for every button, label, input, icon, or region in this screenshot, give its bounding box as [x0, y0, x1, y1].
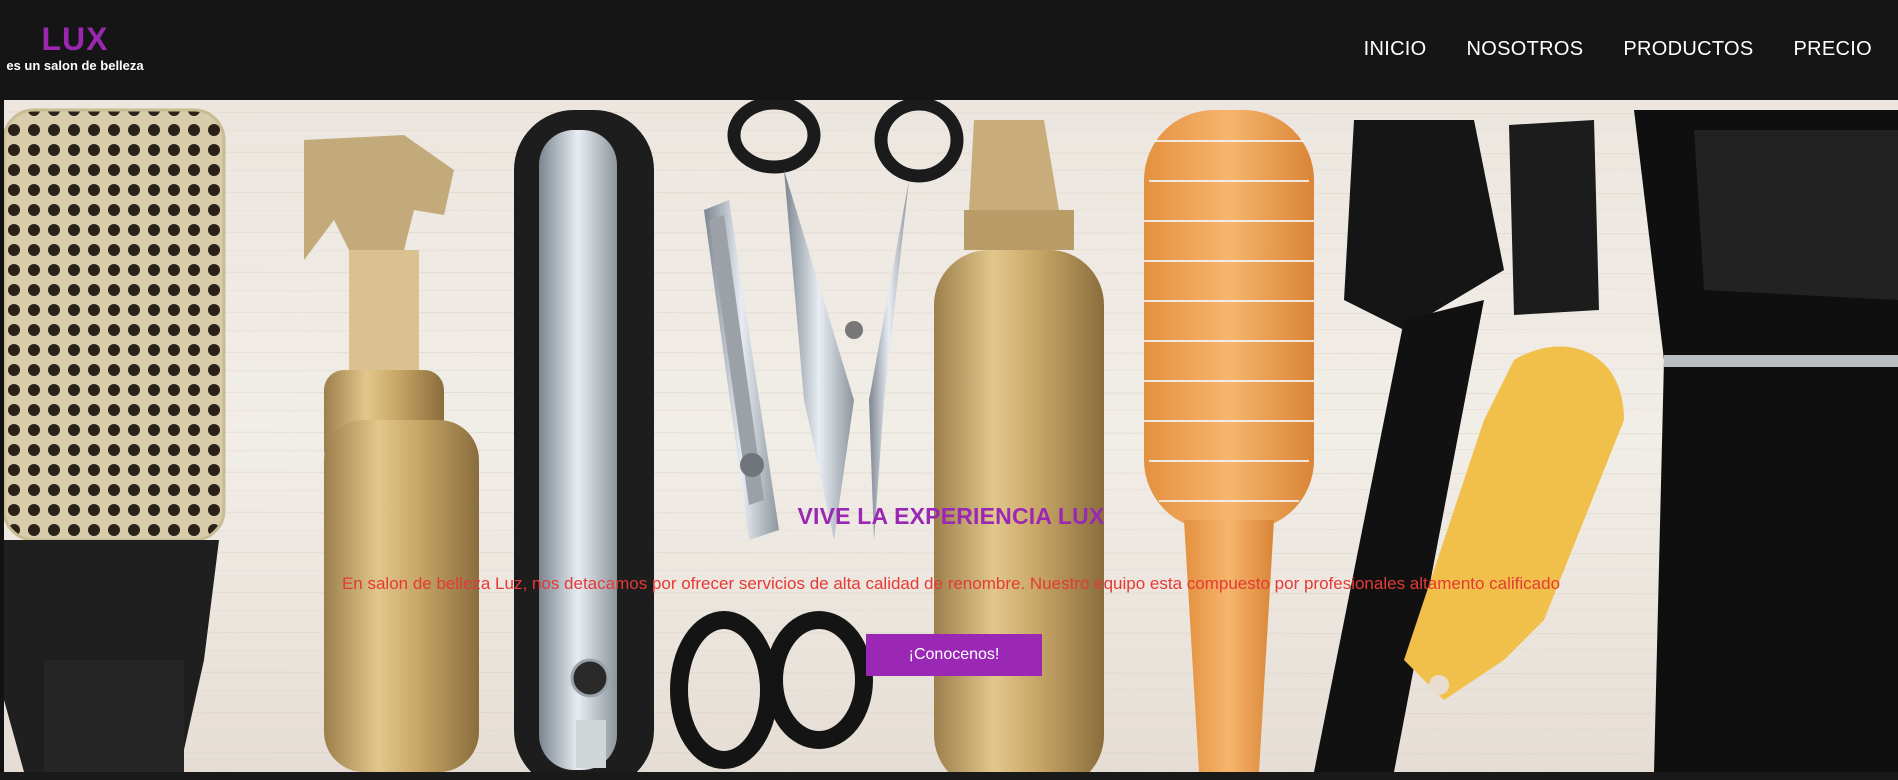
flat-iron — [514, 110, 654, 772]
site-header: LUX es un salon de belleza INICIO NOSOTR… — [0, 0, 1898, 100]
hero-description: En salon de belleza Luz, nos detacamos p… — [341, 574, 1561, 593]
conocenos-button[interactable]: ¡Conocenos! — [866, 634, 1042, 676]
hero-section: VIVE LA EXPERIENCIA LUX En salon de bell… — [4, 100, 1898, 772]
hero-title: VIVE LA EXPERIENCIA LUX — [797, 503, 1105, 530]
main-nav: INICIO NOSOTROS PRODUCTOS PRECIO — [1364, 38, 1872, 61]
logo[interactable]: LUX es un salon de belleza — [0, 22, 150, 74]
hair-dryer — [1634, 110, 1898, 772]
nav-item-precio[interactable]: PRECIO — [1794, 38, 1872, 61]
logo-subtitle: es un salon de belleza — [6, 58, 144, 73]
nav-item-productos[interactable]: PRODUCTOS — [1623, 38, 1753, 61]
round-brush — [4, 108, 226, 772]
logo-title: LUX — [41, 21, 109, 57]
nav-item-inicio[interactable]: INICIO — [1364, 38, 1427, 61]
nav-item-nosotros[interactable]: NOSOTROS — [1467, 38, 1584, 61]
next-section-edge — [0, 772, 1898, 780]
